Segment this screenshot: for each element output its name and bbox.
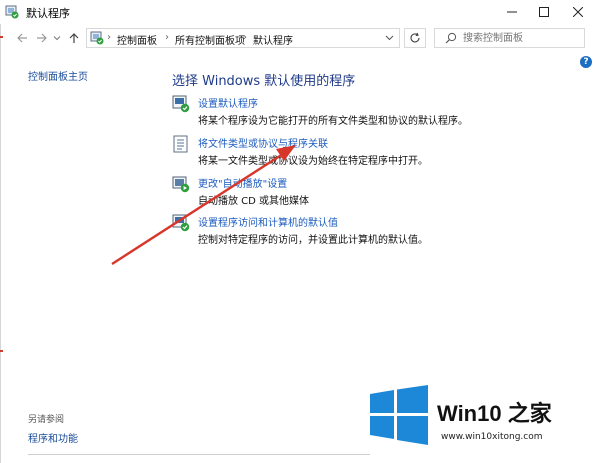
divider	[28, 454, 370, 455]
watermark-url: www.win10xitong.com	[441, 432, 543, 442]
windows-logo-icon	[370, 385, 428, 445]
watermark-title: Win10 之家	[437, 401, 552, 426]
annotation-arrow	[111, 145, 296, 266]
